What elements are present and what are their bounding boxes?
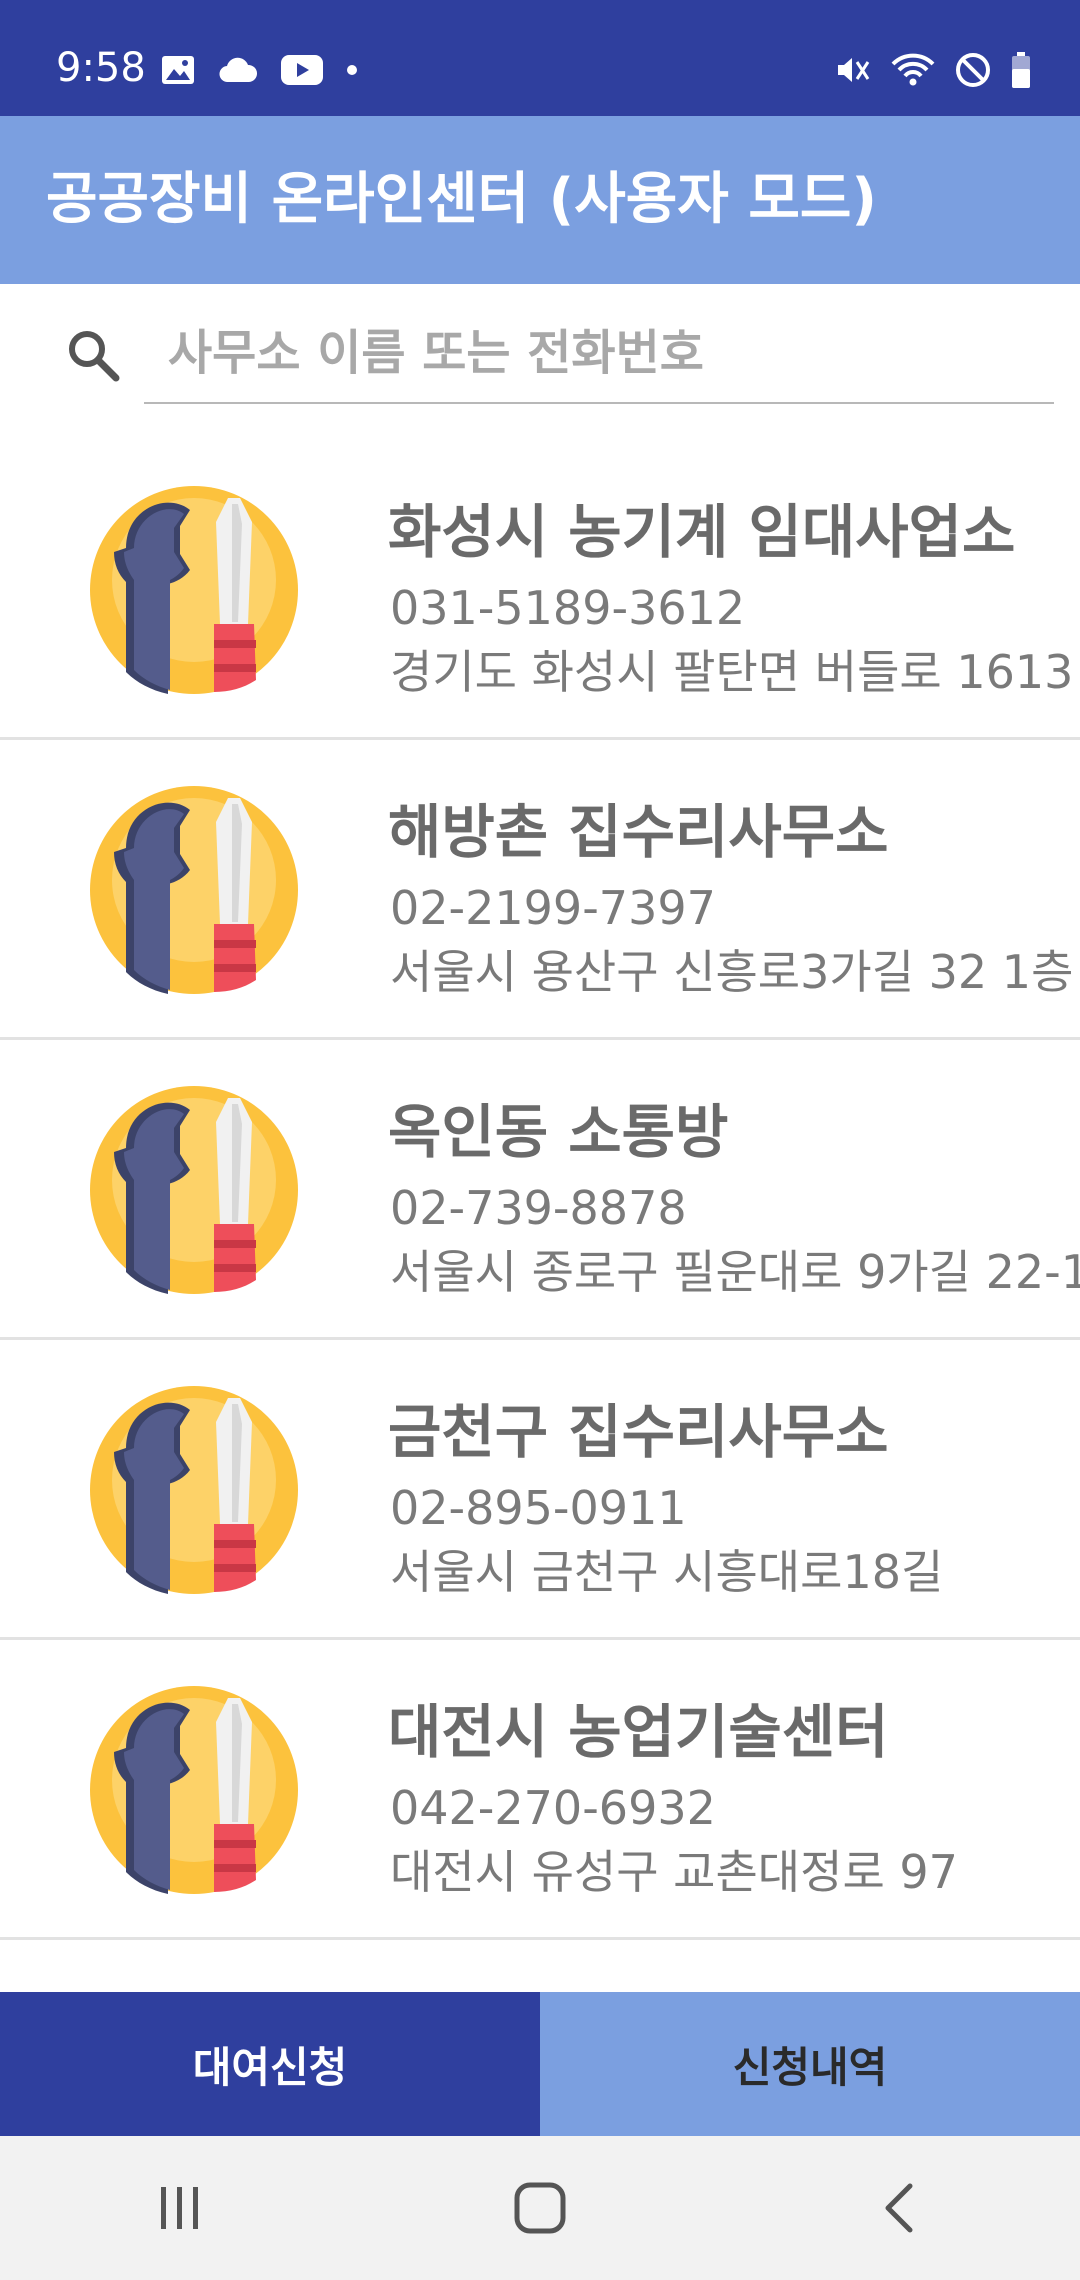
- office-name: 금천구 집수리사무소: [388, 1398, 889, 1466]
- dot-icon: [347, 65, 357, 75]
- list-item[interactable]: 대전시 농업기술센터 042-270-6932 대전시 유성구 교촌대정로 97: [0, 1640, 1080, 1940]
- youtube-icon: [281, 55, 323, 85]
- office-list: 화성시 농기계 임대사업소 031-5189-3612 경기도 화성시 팔탄면 …: [0, 440, 1080, 1940]
- list-item[interactable]: 금천구 집수리사무소 02-895-0911 서울시 금천구 시흥대로18길: [0, 1340, 1080, 1640]
- tab-rent-request[interactable]: 대여신청: [0, 1992, 540, 2136]
- status-time: 9:58: [56, 45, 146, 91]
- home-icon: [514, 2182, 566, 2234]
- back-icon: [885, 2183, 913, 2233]
- nav-bar: [0, 2136, 1080, 2280]
- recent-apps-button[interactable]: [120, 2158, 240, 2258]
- office-address: 서울시 용산구 신흥로3가길 32 1층: [390, 945, 1074, 999]
- list-item[interactable]: 해방촌 집수리사무소 02-2199-7397 서울시 용산구 신흥로3가길 3…: [0, 740, 1080, 1040]
- status-left-icons: [160, 50, 358, 90]
- list-item[interactable]: 옥인동 소통방 02-739-8878 서울시 종로구 필운대로 9가길 22-…: [0, 1040, 1080, 1340]
- app-bar: 공공장비 온라인센터 (사용자 모드): [0, 116, 1080, 284]
- tools-icon: [90, 786, 298, 994]
- screen: 9:58 공공장비 온라인센터 (사용자 모드) 사무소 이름 또는 전화번호 …: [0, 0, 1080, 2280]
- app-title: 공공장비 온라인센터 (사용자 모드): [46, 167, 877, 232]
- image-icon: [162, 56, 194, 84]
- tools-icon: [90, 1086, 298, 1294]
- office-name: 화성시 농기계 임대사업소: [388, 498, 1016, 566]
- office-name: 해방촌 집수리사무소: [388, 798, 889, 866]
- cloud-icon: [219, 57, 258, 83]
- search-row: [0, 284, 1080, 434]
- office-phone: 02-2199-7397: [390, 881, 716, 935]
- search-input[interactable]: [144, 304, 1054, 404]
- status-right-icons: [832, 48, 1032, 92]
- home-button[interactable]: [480, 2158, 600, 2258]
- office-phone: 02-739-8878: [390, 1181, 687, 1235]
- office-phone: 031-5189-3612: [390, 581, 746, 635]
- back-button[interactable]: [840, 2158, 960, 2258]
- tools-icon: [90, 486, 298, 694]
- status-bar: 9:58: [0, 0, 1080, 116]
- recent-apps-icon: [161, 2187, 198, 2229]
- list-item[interactable]: 화성시 농기계 임대사업소 031-5189-3612 경기도 화성시 팔탄면 …: [0, 440, 1080, 740]
- tab-request-history[interactable]: 신청내역: [540, 1992, 1080, 2136]
- vibrate-icon: [838, 58, 870, 82]
- office-address: 서울시 종로구 필운대로 9가길 22-14: [390, 1245, 1080, 1299]
- office-name: 대전시 농업기술센터: [388, 1698, 889, 1766]
- tools-icon: [90, 1686, 298, 1894]
- tools-icon: [90, 1386, 298, 1594]
- office-address: 서울시 금천구 시흥대로18길: [390, 1545, 944, 1599]
- office-address: 경기도 화성시 팔탄면 버들로 1613: [390, 645, 1074, 699]
- office-name: 옥인동 소통방: [388, 1098, 729, 1166]
- do-not-disturb-icon: [956, 53, 990, 87]
- office-phone: 02-895-0911: [390, 1481, 687, 1535]
- office-phone: 042-270-6932: [390, 1781, 716, 1835]
- wifi-icon: [891, 53, 935, 86]
- search-icon[interactable]: [64, 326, 124, 386]
- battery-icon: [1012, 52, 1030, 88]
- bottom-tabs: 대여신청 신청내역: [0, 1992, 1080, 2136]
- office-address: 대전시 유성구 교촌대정로 97: [390, 1845, 958, 1899]
